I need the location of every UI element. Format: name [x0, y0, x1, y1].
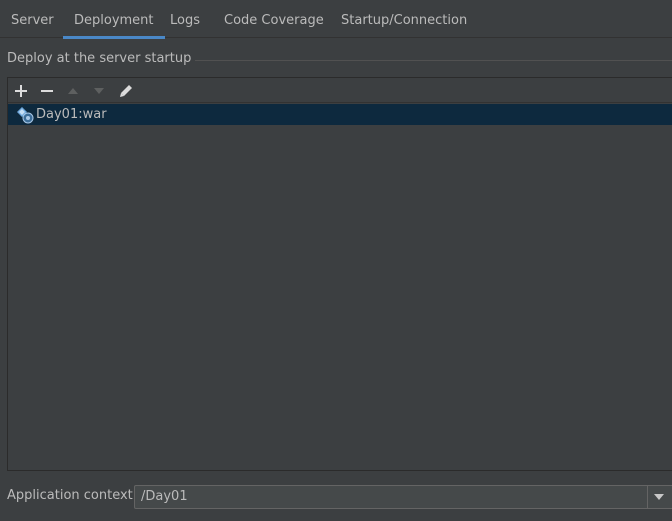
move-up-button[interactable]	[63, 81, 83, 101]
edit-button[interactable]	[116, 81, 136, 101]
application-context-value[interactable]: /Day01	[141, 488, 188, 506]
run-configuration-panel: Server Deployment Logs Code Coverage Sta…	[0, 0, 672, 521]
plus-icon	[15, 85, 27, 97]
artifact-war-icon	[17, 107, 34, 124]
list-item-label: Day01:war	[36, 107, 107, 122]
tab-startup-connection[interactable]: Startup/Connection	[330, 0, 478, 38]
chevron-down-icon	[654, 494, 664, 500]
minus-icon	[41, 90, 53, 92]
arrow-down-icon	[94, 88, 104, 94]
dropdown-button[interactable]	[647, 486, 670, 508]
deployment-list: Day01:war	[8, 103, 672, 470]
application-context-combo[interactable]: /Day01	[134, 485, 672, 509]
pencil-icon	[120, 85, 132, 97]
tab-logs[interactable]: Logs	[159, 0, 211, 38]
deployment-toolbar	[8, 78, 672, 103]
add-button[interactable]	[11, 81, 31, 101]
list-item[interactable]: Day01:war	[8, 104, 672, 125]
arrow-up-icon	[68, 88, 78, 94]
tab-bar: Server Deployment Logs Code Coverage Sta…	[0, 0, 672, 39]
tab-server[interactable]: Server	[0, 0, 65, 38]
section-title: Deploy at the server startup	[7, 51, 196, 66]
application-context-label: Application context:	[7, 488, 138, 503]
move-down-button[interactable]	[89, 81, 109, 101]
remove-button[interactable]	[37, 81, 57, 101]
tab-deployment[interactable]: Deployment	[63, 0, 165, 39]
deployment-list-panel: Day01:war	[7, 77, 672, 471]
tab-code-coverage[interactable]: Code Coverage	[213, 0, 335, 38]
